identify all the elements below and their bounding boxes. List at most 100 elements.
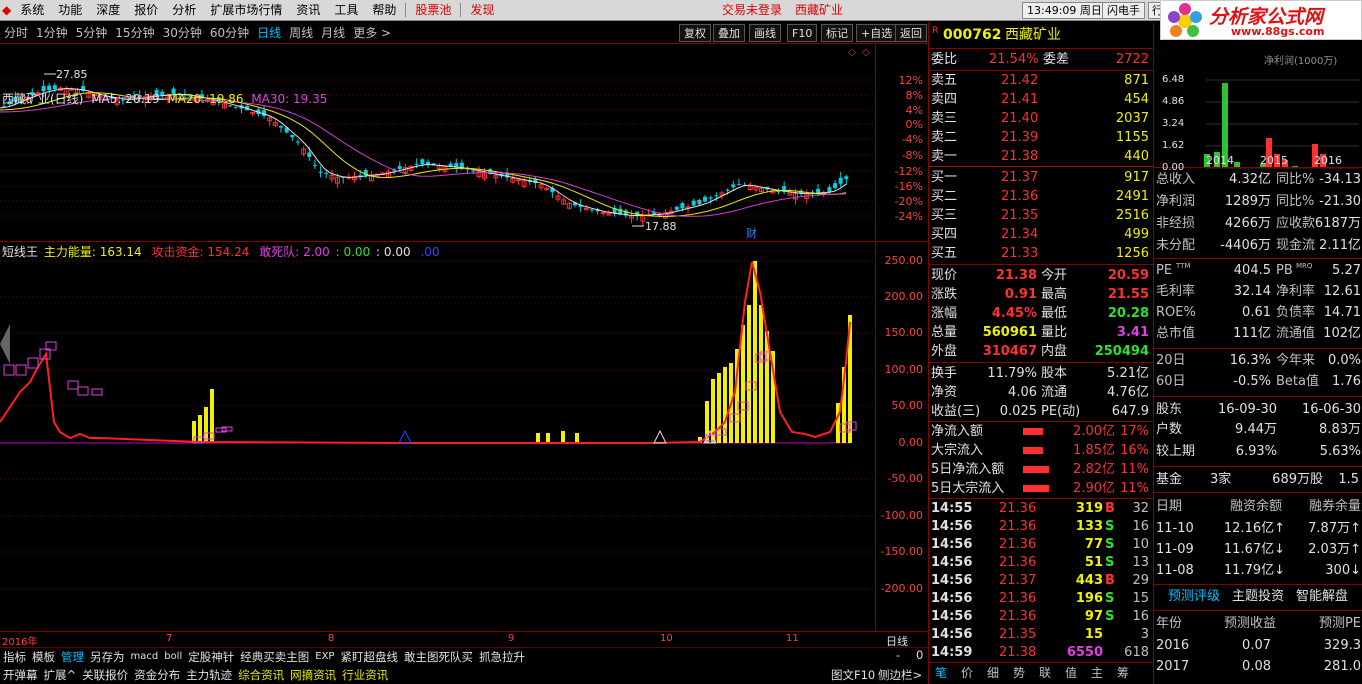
overlay-button[interactable]: 叠加 [713,24,745,42]
indicator-tick-label: 250.00 [884,254,924,267]
back-button[interactable]: 返回 [895,24,927,42]
quote-tab[interactable]: 值 [1065,664,1077,683]
high-price-label: 27.85 [56,68,88,81]
tf-weekly[interactable]: 周线 [285,24,317,41]
tab-dare-buy[interactable]: 敢主图死队买 [401,649,476,665]
buy-level-row[interactable]: 买一 21.37 917 [929,168,1153,187]
add-watchlist-button[interactable]: +自选 [856,24,898,42]
tf-timeshare[interactable]: 分时 [0,24,32,41]
menu-stock-pool[interactable]: 股票池 [408,0,458,21]
left-collapse-icon[interactable] [0,324,10,364]
app-logo-icon[interactable]: ◆ [0,0,13,21]
sell-level-price: 21.41 [1001,92,1039,107]
profit-year-label: 2015 [1260,154,1288,167]
quote-tab[interactable]: 笔 [935,664,947,683]
tf-60min[interactable]: 60分钟 [206,24,253,41]
finance-marker[interactable]: 财 [746,225,757,241]
menu-system[interactable]: 系统 [13,0,51,21]
danmaku-button[interactable]: 开弹幕 [0,667,41,683]
quote-tab[interactable]: 细 [987,664,999,683]
tab-quick-rise[interactable]: 抓急拉升 [476,649,528,665]
menu-function[interactable]: 功能 [51,0,89,21]
menu-tools[interactable]: 工具 [327,0,365,21]
quote-tab[interactable]: 主 [1091,664,1103,683]
f10-label: 今年来 [1276,353,1316,368]
menu-extended-market[interactable]: 扩展市场行情 [203,0,289,21]
menu-news[interactable]: 资讯 [289,0,327,21]
sell-level-row[interactable]: 卖四 21.41 454 [929,90,1153,109]
mark-button[interactable]: 标记 [821,24,853,42]
buy-level-row[interactable]: 买三 21.35 2516 [929,206,1153,225]
tab-classic-trade[interactable]: 经典买卖主图 [237,649,312,665]
main-force-bar [575,433,579,443]
tab-save-as[interactable]: 另存为 [87,649,128,665]
menu-depth[interactable]: 深度 [89,0,127,21]
main-track-button[interactable]: 主力轨迹 [183,667,235,683]
buy-level-row[interactable]: 买四 21.34 499 [929,225,1153,244]
holders-cell: 股东 [1156,402,1183,417]
tab-stock-needle[interactable]: 定股神针 [185,649,237,665]
tf-more[interactable]: 更多 > [349,24,395,41]
general-news-button[interactable]: 综合资讯 [235,667,287,683]
fund-distribution-button[interactable]: 资金分布 [131,667,183,683]
menu-quote[interactable]: 报价 [127,0,165,21]
quote-tab[interactable]: 联 [1039,664,1051,683]
tf-5min[interactable]: 5分钟 [72,24,112,41]
industry-news-button[interactable]: 行业资讯 [339,667,391,683]
tf-30min[interactable]: 30分钟 [159,24,206,41]
tick-price: 21.38 [999,645,1037,660]
sell-level-row[interactable]: 卖一 21.38 440 [929,147,1153,166]
sell-level-price: 21.42 [1001,73,1039,88]
sell-level-row[interactable]: 卖二 21.39 1155 [929,128,1153,147]
indicator-chart[interactable] [0,242,875,632]
tab-indicator[interactable]: 指标 [0,649,29,665]
digest-news-button[interactable]: 网摘资讯 [287,667,339,683]
tf-1min[interactable]: 1分钟 [32,24,72,41]
indicator-panel[interactable]: 250.00 200.00 150.00 100.00 50.00 0.00 -50.00 -… [0,241,927,631]
tab-boll[interactable]: boll [161,651,185,662]
menu-help[interactable]: 帮助 [365,0,403,21]
tab-macd[interactable]: macd [128,651,162,662]
buy-level-label: 买二 [931,189,958,204]
sell-level-row[interactable]: 卖五 21.42 871 [929,71,1153,90]
tf-daily[interactable]: 日线 [253,24,285,41]
chart-settings-icon[interactable]: ◇ [848,47,856,58]
tf-15min[interactable]: 15分钟 [111,24,158,41]
flash-trade-button[interactable]: 闪电手 [1102,2,1145,19]
graphic-f10-button[interactable]: 图文F10 [828,667,878,683]
kline-chart[interactable] [0,44,875,240]
margin-header-cell: 融资余额 [1230,499,1283,514]
kline-panel[interactable]: 12% 8% 4% 0% -4% -8% -12% -16% -20% -24% 西藏矿业(日线)… [0,44,927,240]
sell-level-row[interactable]: 卖三 21.40 2037 [929,109,1153,128]
draw-line-button[interactable]: 画线 [749,24,781,42]
tab-manage[interactable]: 管理 [58,649,87,665]
stat-value: 4.76亿 [1107,385,1149,400]
tf-monthly[interactable]: 月线 [317,24,349,41]
sidebar-toggle-button[interactable]: 侧边栏> [875,667,925,683]
menu-analysis[interactable]: 分析 [165,0,203,21]
tab-watch-line[interactable]: 紧盯超盘线 [337,649,401,665]
quote-tab[interactable]: 价 [961,664,973,683]
f10-tab[interactable]: 智能解盘 [1296,587,1348,607]
restore-rights-button[interactable]: 复权 [679,24,711,42]
f10-tab[interactable]: 预测评级 [1168,587,1220,607]
buy-level-row[interactable]: 买二 21.36 2491 [929,187,1153,206]
quote-tab[interactable]: 势 [1013,664,1025,683]
f10-tab[interactable]: 主题投资 [1232,587,1284,607]
tick-count: 16 [1132,519,1149,534]
trade-login-status[interactable]: 交易未登录 [715,0,789,21]
page-minus[interactable]: - [893,648,903,662]
tab-template[interactable]: 模板 [29,649,58,665]
sell-level-label: 卖四 [931,92,958,107]
buy-level-label: 买四 [931,227,958,242]
fund-flow-row: 大宗流入 1.85亿 16% [929,441,1153,460]
buy-level-row[interactable]: 买五 21.33 1256 [929,244,1153,263]
related-quote-button[interactable]: 关联报价 [79,667,131,683]
tab-exp[interactable]: EXP [312,651,337,662]
f10-button[interactable]: F10 [787,24,818,42]
f10-value: -0.5% [1233,374,1271,389]
menu-discover[interactable]: 发现 [463,0,501,21]
extend-button[interactable]: 扩展^ [41,667,80,683]
chart-expand-icon[interactable]: ◇ [862,47,870,58]
quote-tab[interactable]: 筹 [1117,664,1129,683]
